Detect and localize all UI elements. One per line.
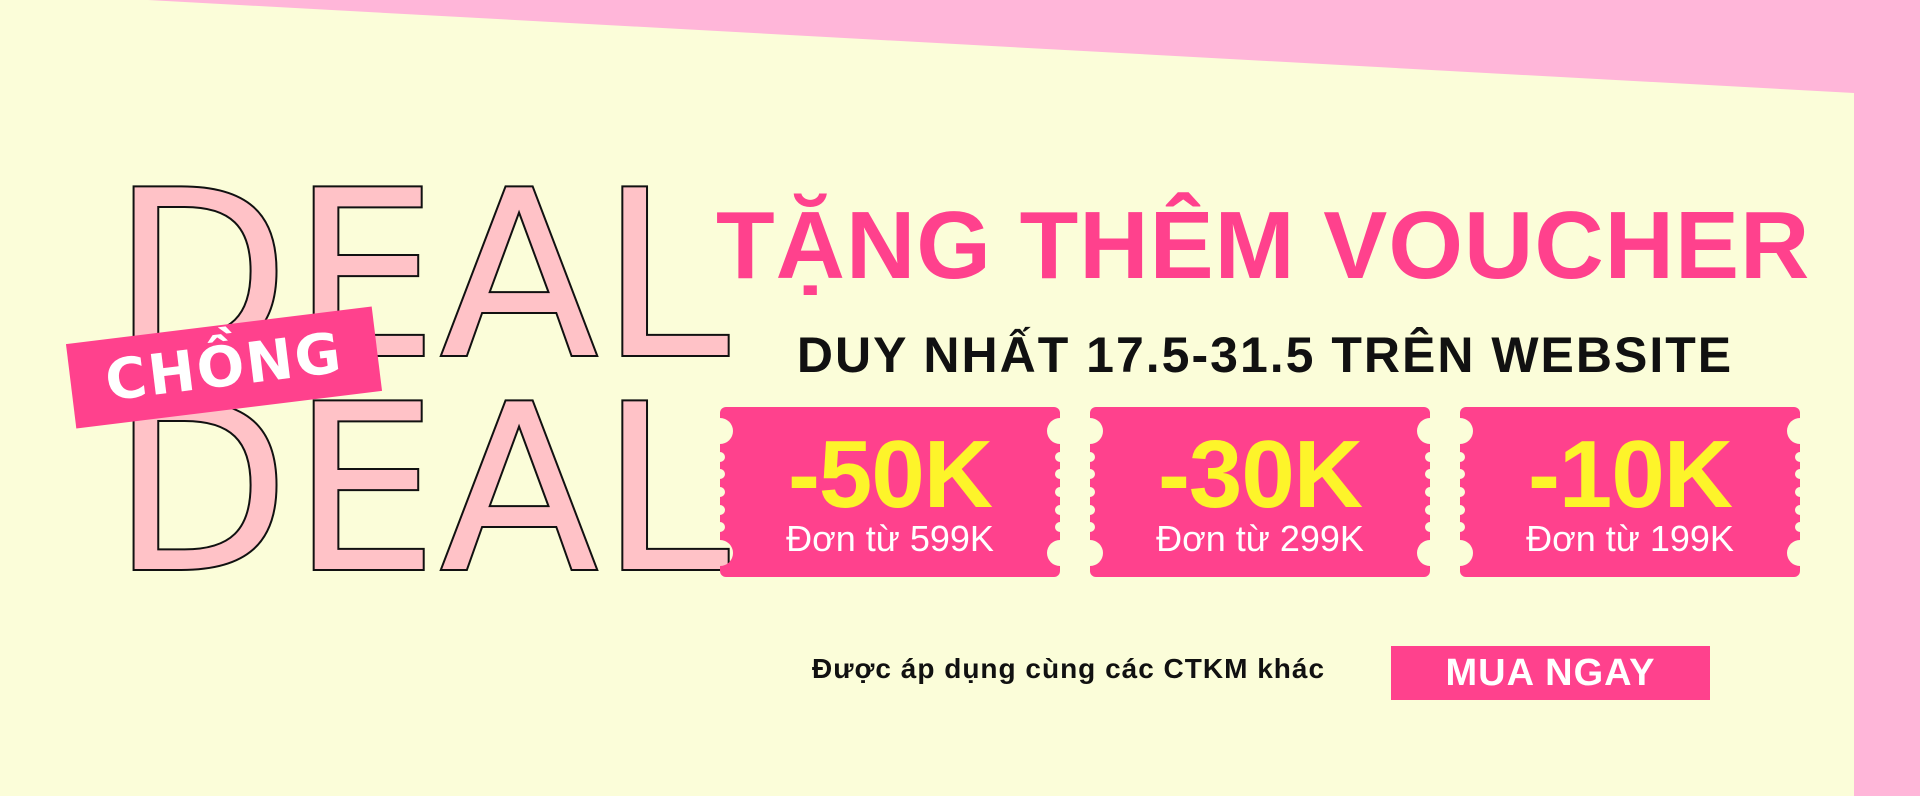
voucher-card-10k[interactable]: -10K Đơn từ 199K bbox=[1460, 407, 1800, 577]
subheadline: DUY NHẤT 17.5-31.5 TRÊN WEBSITE bbox=[796, 327, 1734, 383]
voucher-card-30k[interactable]: -30K Đơn từ 299K bbox=[1090, 407, 1430, 577]
buy-now-button[interactable]: MUA NGAY bbox=[1391, 646, 1710, 700]
headline: TẶNG THÊM VOUCHER bbox=[716, 192, 1811, 299]
voucher-amount: -10K bbox=[1527, 421, 1733, 528]
voucher-card-50k[interactable]: -50K Đơn từ 599K bbox=[720, 407, 1060, 577]
voucher-amount: -30K bbox=[1157, 421, 1363, 528]
voucher-amount: -50K bbox=[787, 421, 993, 528]
voucher-condition: Đơn từ 299K bbox=[1156, 518, 1364, 559]
voucher-condition: Đơn từ 599K bbox=[786, 518, 994, 559]
voucher-condition: Đơn từ 199K bbox=[1526, 518, 1734, 559]
promo-note: Được áp dụng cùng các CTKM khác bbox=[812, 653, 1326, 684]
